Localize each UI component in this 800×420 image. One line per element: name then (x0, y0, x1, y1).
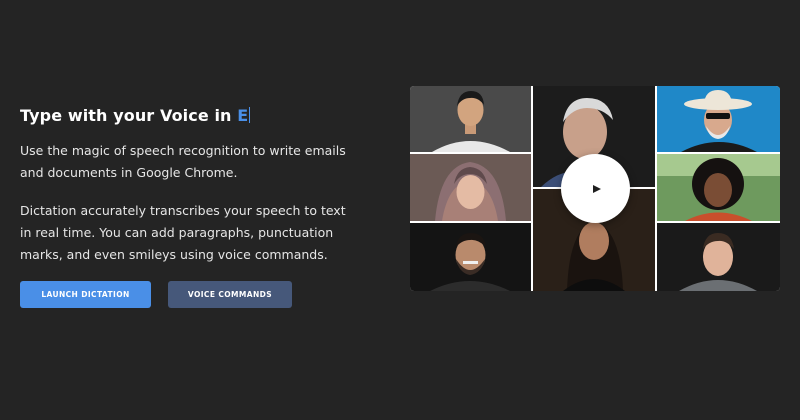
hero-text: Type with your Voice in E Use the magic … (20, 104, 350, 266)
young-man-portrait (410, 86, 531, 152)
intro-paragraph: Use the magic of speech recognition to w… (20, 143, 346, 180)
man-in-cowboy-hat-portrait (657, 86, 780, 152)
woman-in-headscarf-portrait (410, 154, 531, 221)
smiling-bearded-man-portrait (410, 223, 531, 291)
headline: Type with your Voice in E (20, 104, 350, 128)
headline-text: Type with your Voice in (20, 106, 232, 125)
text-cursor (249, 107, 251, 123)
young-man-short-hair-portrait (657, 223, 780, 291)
typed-language-text: E (237, 106, 249, 125)
voice-commands-button[interactable]: VOICE COMMANDS (168, 281, 292, 308)
action-buttons: LAUNCH DICTATION VOICE COMMANDS (20, 281, 292, 308)
description-paragraph: Dictation accurately transcribes your sp… (20, 203, 346, 262)
page: Type with your Voice in E Use the magic … (0, 0, 800, 420)
play-button[interactable] (561, 154, 630, 223)
woman-with-curly-hair-portrait (657, 154, 780, 221)
play-icon (592, 184, 601, 193)
launch-dictation-button[interactable]: LAUNCH DICTATION (20, 281, 151, 308)
